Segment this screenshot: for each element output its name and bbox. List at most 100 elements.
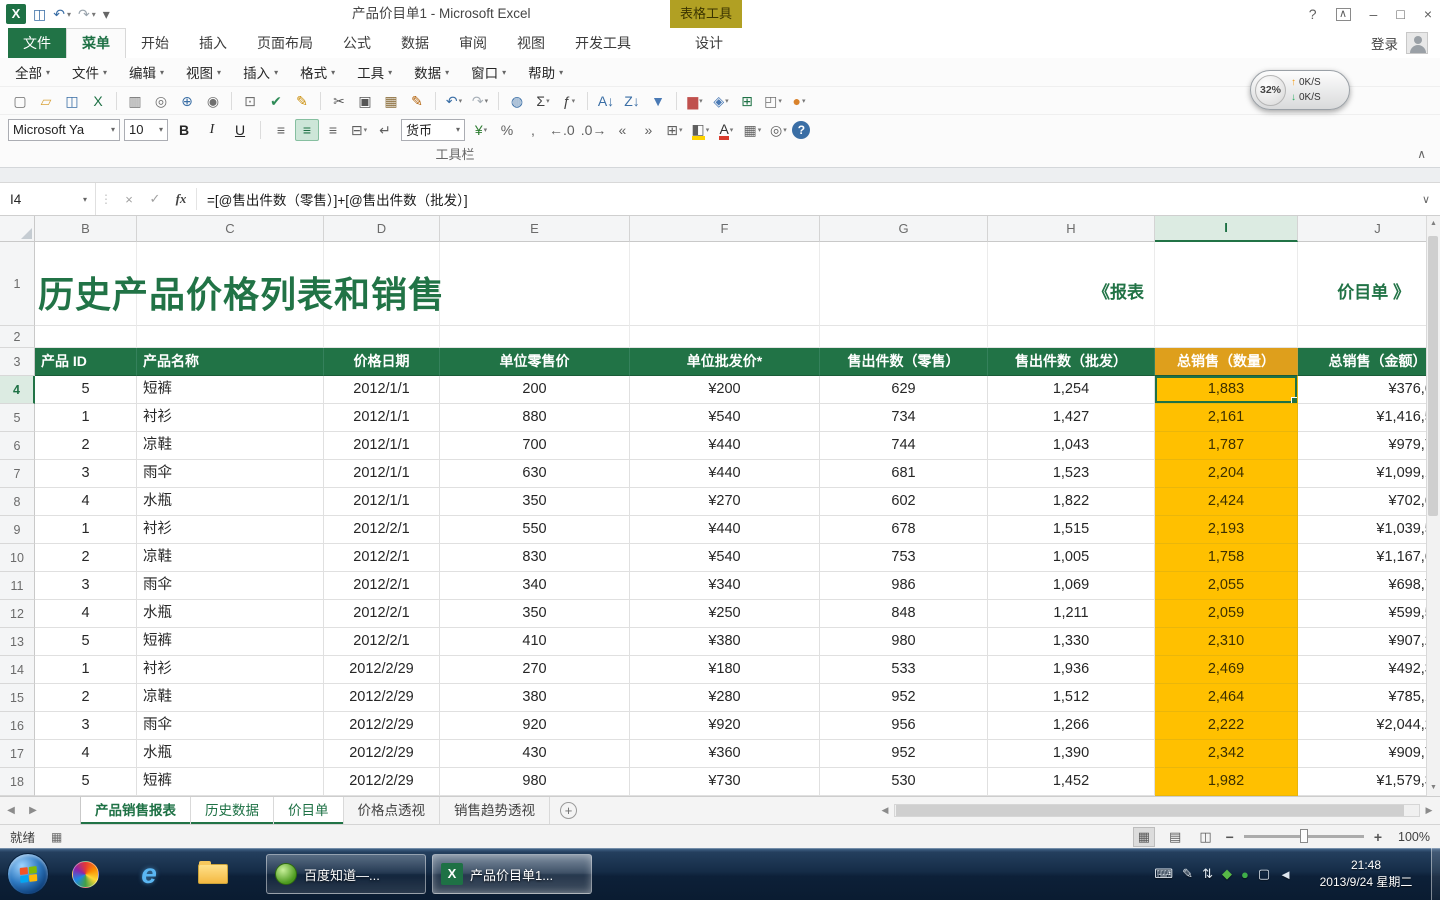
- cell-F1[interactable]: [630, 242, 820, 326]
- cell-F10[interactable]: ¥540: [630, 544, 820, 572]
- cell-C12[interactable]: 水瓶: [137, 600, 324, 628]
- cell-H1[interactable]: [988, 242, 1155, 326]
- save-icon[interactable]: ◫: [33, 7, 46, 21]
- cell-I7[interactable]: 2,204: [1155, 460, 1298, 488]
- cell-J10[interactable]: ¥1,167,690: [1298, 544, 1426, 572]
- cell-D14[interactable]: 2012/2/29: [324, 656, 440, 684]
- column-header-D[interactable]: D: [324, 216, 440, 242]
- cell-E18[interactable]: 980: [440, 768, 630, 796]
- sort-descending-icon[interactable]: Z↓: [620, 90, 644, 112]
- row-header-18[interactable]: 18: [0, 768, 35, 796]
- help-icon[interactable]: ?: [1309, 6, 1317, 22]
- scroll-up-icon[interactable]: ▲: [1430, 216, 1437, 232]
- cell-B2[interactable]: [35, 326, 137, 348]
- start-button[interactable]: [7, 853, 49, 895]
- cell-B4[interactable]: 5: [35, 376, 137, 404]
- cell-H8[interactable]: 1,822: [988, 488, 1155, 516]
- scroll-left-icon[interactable]: ◀: [878, 805, 892, 816]
- cell-J6[interactable]: ¥979,720: [1298, 432, 1426, 460]
- cell-F8[interactable]: ¥270: [630, 488, 820, 516]
- safety-ball-icon[interactable]: ●: [1241, 867, 1249, 882]
- cell-G8[interactable]: 602: [820, 488, 988, 516]
- sheet-tab-0[interactable]: 产品销售报表: [80, 797, 191, 824]
- select-all-corner[interactable]: [0, 216, 35, 242]
- magnifier-icon[interactable]: ◎▾: [766, 119, 790, 141]
- row-header-10[interactable]: 10: [0, 544, 35, 572]
- ribbon-tab-4[interactable]: 数据: [386, 28, 444, 58]
- menu-item-4[interactable]: 插入▾: [232, 58, 289, 86]
- cell-C18[interactable]: 短裤: [137, 768, 324, 796]
- cell-D1[interactable]: [324, 242, 440, 326]
- internet-explorer-icon[interactable]: e: [130, 855, 168, 893]
- cell-G17[interactable]: 952: [820, 740, 988, 768]
- redo-icon[interactable]: ↷▾: [78, 7, 96, 21]
- cell-J11[interactable]: ¥698,700: [1298, 572, 1426, 600]
- cell-H15[interactable]: 1,512: [988, 684, 1155, 712]
- collapse-ribbon-icon[interactable]: ∧: [1417, 147, 1426, 161]
- cell-F17[interactable]: ¥360: [630, 740, 820, 768]
- find-icon[interactable]: ◉: [201, 90, 225, 112]
- publish-icon[interactable]: ⊕: [175, 90, 199, 112]
- cell-B1[interactable]: [35, 242, 137, 326]
- shapes-icon[interactable]: ◈▾: [709, 90, 733, 112]
- display-icon[interactable]: ▢: [1258, 866, 1270, 882]
- cell-B10[interactable]: 2: [35, 544, 137, 572]
- cell-I16[interactable]: 2,222: [1155, 712, 1298, 740]
- cell-D16[interactable]: 2012/2/29: [324, 712, 440, 740]
- filter-icon[interactable]: ▼: [646, 90, 670, 112]
- row-header-16[interactable]: 16: [0, 712, 35, 740]
- vertical-scroll-thumb[interactable]: [1428, 236, 1438, 516]
- chart-icon[interactable]: ▆▾: [683, 90, 707, 112]
- cell-F5[interactable]: ¥540: [630, 404, 820, 432]
- print-preview-icon[interactable]: ◎: [149, 90, 173, 112]
- percent-style-icon[interactable]: %: [495, 119, 519, 141]
- formula-input[interactable]: =[@售出件数（零售）]+[@售出件数（批发）]: [199, 189, 1412, 209]
- maximize-icon[interactable]: □: [1396, 6, 1404, 22]
- horizontal-scroll-thumb[interactable]: [896, 805, 1404, 816]
- taskbar-window-0[interactable]: 百度知道—...: [266, 854, 426, 894]
- cell-C7[interactable]: 雨伞: [137, 460, 324, 488]
- zoom-slider[interactable]: [1244, 835, 1364, 838]
- cell-E7[interactable]: 630: [440, 460, 630, 488]
- cell-B13[interactable]: 5: [35, 628, 137, 656]
- cell-J5[interactable]: ¥1,416,500: [1298, 404, 1426, 432]
- cell-I1[interactable]: [1155, 242, 1298, 326]
- cell-E10[interactable]: 830: [440, 544, 630, 572]
- cell-G2[interactable]: [820, 326, 988, 348]
- cell-H2[interactable]: [988, 326, 1155, 348]
- column-header-F[interactable]: F: [630, 216, 820, 242]
- sign-in-button[interactable]: 登录: [1371, 28, 1428, 58]
- row-header-14[interactable]: 14: [0, 656, 35, 684]
- menu-item-1[interactable]: 文件▾: [61, 58, 118, 86]
- row-header-5[interactable]: 5: [0, 404, 35, 432]
- cell-H5[interactable]: 1,427: [988, 404, 1155, 432]
- export-excel-icon[interactable]: X: [86, 90, 110, 112]
- cell-C2[interactable]: [137, 326, 324, 348]
- cell-F13[interactable]: ¥380: [630, 628, 820, 656]
- cell-J14[interactable]: ¥492,390: [1298, 656, 1426, 684]
- cell-B18[interactable]: 5: [35, 768, 137, 796]
- ribbon-tab-1[interactable]: 插入: [184, 28, 242, 58]
- insert-function-icon[interactable]: fx: [168, 191, 194, 207]
- cell-I12[interactable]: 2,059: [1155, 600, 1298, 628]
- cell-I15[interactable]: 2,464: [1155, 684, 1298, 712]
- freeze-panes-icon[interactable]: ◰▾: [761, 90, 785, 112]
- menu-item-5[interactable]: 格式▾: [289, 58, 346, 86]
- format-painter-icon[interactable]: ✎: [405, 90, 429, 112]
- ribbon-tab-2[interactable]: 页面布局: [242, 28, 328, 58]
- ribbon-tab-6[interactable]: 视图: [502, 28, 560, 58]
- cell-B11[interactable]: 3: [35, 572, 137, 600]
- cell-G6[interactable]: 744: [820, 432, 988, 460]
- cell-D12[interactable]: 2012/2/1: [324, 600, 440, 628]
- sheet-tab-1[interactable]: 历史数据: [191, 797, 274, 824]
- vertical-scrollbar[interactable]: ▲ ▼: [1426, 216, 1440, 796]
- zoom-in-icon[interactable]: +: [1374, 829, 1382, 845]
- cell-C10[interactable]: 凉鞋: [137, 544, 324, 572]
- cell-C17[interactable]: 水瓶: [137, 740, 324, 768]
- page-layout-view-icon[interactable]: ▤: [1165, 828, 1185, 846]
- cell-D8[interactable]: 2012/1/1: [324, 488, 440, 516]
- align-right-icon[interactable]: ≡: [321, 119, 345, 141]
- cell-J2[interactable]: [1298, 326, 1426, 348]
- close-icon[interactable]: ×: [1424, 6, 1432, 22]
- menu-item-2[interactable]: 编辑▾: [118, 58, 175, 86]
